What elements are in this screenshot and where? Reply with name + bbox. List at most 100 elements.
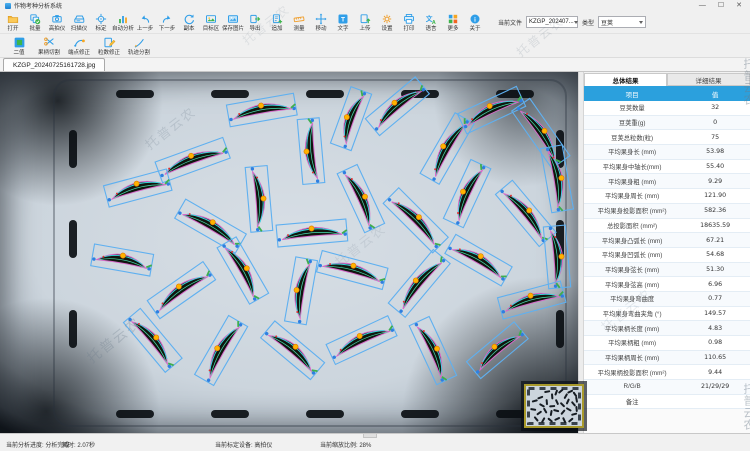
binary-thumbnail-image [526,386,582,426]
statusbar-handle [363,434,377,438]
tray-slot [401,410,439,418]
toolbar-button-settings[interactable]: 设置 [376,13,398,32]
result-value: 32 [680,104,750,111]
toolbar-button-measure[interactable]: 测量 [288,13,310,32]
maximize-button[interactable]: ☐ [718,1,724,10]
toolbar-button-label: 上传 [359,26,370,32]
tray-slot [69,310,77,348]
toolbar-button-calibrate[interactable]: 标定 [90,13,112,32]
toolbar-button-doc-camera[interactable]: 高拍仪 [46,13,68,32]
result-item: 平均果身周长 (mm) [584,191,680,200]
toolbar-button-redo[interactable]: 下一步 [156,13,178,32]
results-table-header: 项目 值 [584,86,750,101]
append-icon [271,13,283,25]
status-item: 当前缩放比例: 28% [320,440,371,449]
toolbar-button-language[interactable]: 文A语言 [420,13,442,32]
result-item: 平均果身凹弧长 (mm) [584,250,680,259]
toolbar-button-export[interactable]: 导出 [244,13,266,32]
close-button[interactable]: ✕ [736,1,742,10]
toolbar-button-undo[interactable]: 上一步 [134,13,156,32]
panel-filler [584,409,750,433]
result-row: 平均果身弯曲度0.77 [584,292,750,307]
toolbar-button-target-region[interactable]: 目标区 [200,13,222,32]
toolbar-button-count-fix[interactable]: 粒数修正 [94,36,124,56]
image-viewer[interactable] [0,72,578,433]
move-icon [315,13,327,25]
toolbar-button-label: 追加 [271,26,282,32]
binary-thumbnail[interactable] [524,384,584,428]
result-row: 平均果身长 (mm)53.98 [584,145,750,160]
result-item: 豆荚总粒数(粒) [584,133,680,142]
toolbar-button-batch[interactable]: 批量 [24,13,46,32]
result-row: 豆荚总粒数(粒)75 [584,130,750,145]
result-value: 53.98 [680,148,750,155]
result-item: 平均果身长 (mm) [584,147,680,156]
toolbar-button-print[interactable]: 打印 [398,13,420,32]
toolbar-button-text[interactable]: T文字 [332,13,354,32]
toolbar-button-endpoint-fix[interactable]: 端点修正 [64,36,94,56]
detected-pod [337,164,384,232]
result-item: 平均果身弦高 (mm) [584,280,680,289]
detected-pod [409,316,456,384]
current-file-label: 当前文件 [498,18,522,27]
document-tab[interactable]: KZGP_20240725161728.jpg [3,58,105,71]
toolbar-button-scanner[interactable]: 扫描仪 [68,13,90,32]
analysis-overlay [0,72,578,433]
result-row: 总投影面积 (mm²)18635.59 [584,219,750,234]
toolbar-button-auto-analyze[interactable]: 自动分析 [112,13,134,32]
result-value: 75 [680,134,750,141]
result-value: 21/29/29 [680,383,750,390]
result-value: 110.65 [680,354,750,361]
minimize-button[interactable]: — [699,1,706,10]
toolbar-button-label: 下一步 [159,26,176,32]
toolbar-button-more[interactable]: 更多 [442,13,464,32]
tray-slot [211,90,249,98]
doc-camera-icon [51,13,63,25]
result-item: 豆荚重(g) [584,118,680,127]
result-value: 4.83 [680,325,750,332]
result-row: 豆荚重(g)0 [584,116,750,131]
toolbar-button-append[interactable]: 追加 [266,13,288,32]
result-item: 平均果身弯曲夹角 (°) [584,309,680,318]
batch-icon [29,13,41,25]
toolbar-button-label: 移动 [315,26,326,32]
toolbar-button-save-image[interactable]: 保存图片 [222,13,244,32]
result-item: 总投影面积 (mm²) [584,221,680,230]
toolbar-button-binarize[interactable]: 二值 [4,36,34,56]
current-file-select[interactable]: KZGP_202407... [526,16,578,28]
target-region-icon [205,13,217,25]
toolbar-button-about[interactable]: i关于 [464,13,486,32]
main-toolbar: 打开批量高拍仪扫描仪标定自动分析上一步下一步 副本目标区保存图片导出追加 测量 移动 T… [0,11,750,34]
toolbar-button-move[interactable]: 移动 [310,13,332,32]
toolbar-button-label: 副本 [183,26,194,32]
edit-toolbar: 二值 果柄切割端点修正粒数修正轨迹分割 [0,34,750,58]
title-bar: 作物考种分析系统 —☐✕ [0,0,750,11]
toolbar-button-stalk-cut[interactable]: 果柄切割 [34,36,64,56]
count-fix-icon [103,36,116,49]
tray-slot [496,90,534,98]
detected-pod [388,249,450,317]
results-tab-overall[interactable]: 总体结果 [584,73,667,86]
result-row: 平均果身粗 (mm)9.29 [584,174,750,189]
detected-pod [383,188,448,253]
result-row: 豆荚数量32 [584,101,750,116]
toolbar-button-duplicate[interactable]: 副本 [178,13,200,32]
settings-icon [381,13,393,25]
about-icon: i [469,13,481,25]
toolbar-button-track-split[interactable]: 轨迹分割 [124,36,154,56]
toolbar-button-label: 更多 [447,26,458,32]
results-table-body: 豆荚数量32豆荚重(g)0豆荚总粒数(粒)75平均果身长 (mm)53.98平均… [584,101,750,409]
undo-icon [139,13,151,25]
toolbar-button-open[interactable]: 打开 [2,13,24,32]
calibrate-icon [95,13,107,25]
results-tab-detailed[interactable]: 详细结果 [667,73,750,86]
type-select[interactable]: 豆荚 [598,16,646,28]
toolbar-button-label: 二值 [13,50,24,56]
toolbar-button-upload[interactable]: 上传 [354,13,376,32]
toolbar-button-label: 测量 [293,26,304,32]
result-value: 55.40 [680,163,750,170]
result-value: 582.36 [680,207,750,214]
more-icon [447,13,459,25]
svg-text:T: T [341,16,345,23]
result-row: 平均果身中轴长(mm)55.40 [584,160,750,175]
